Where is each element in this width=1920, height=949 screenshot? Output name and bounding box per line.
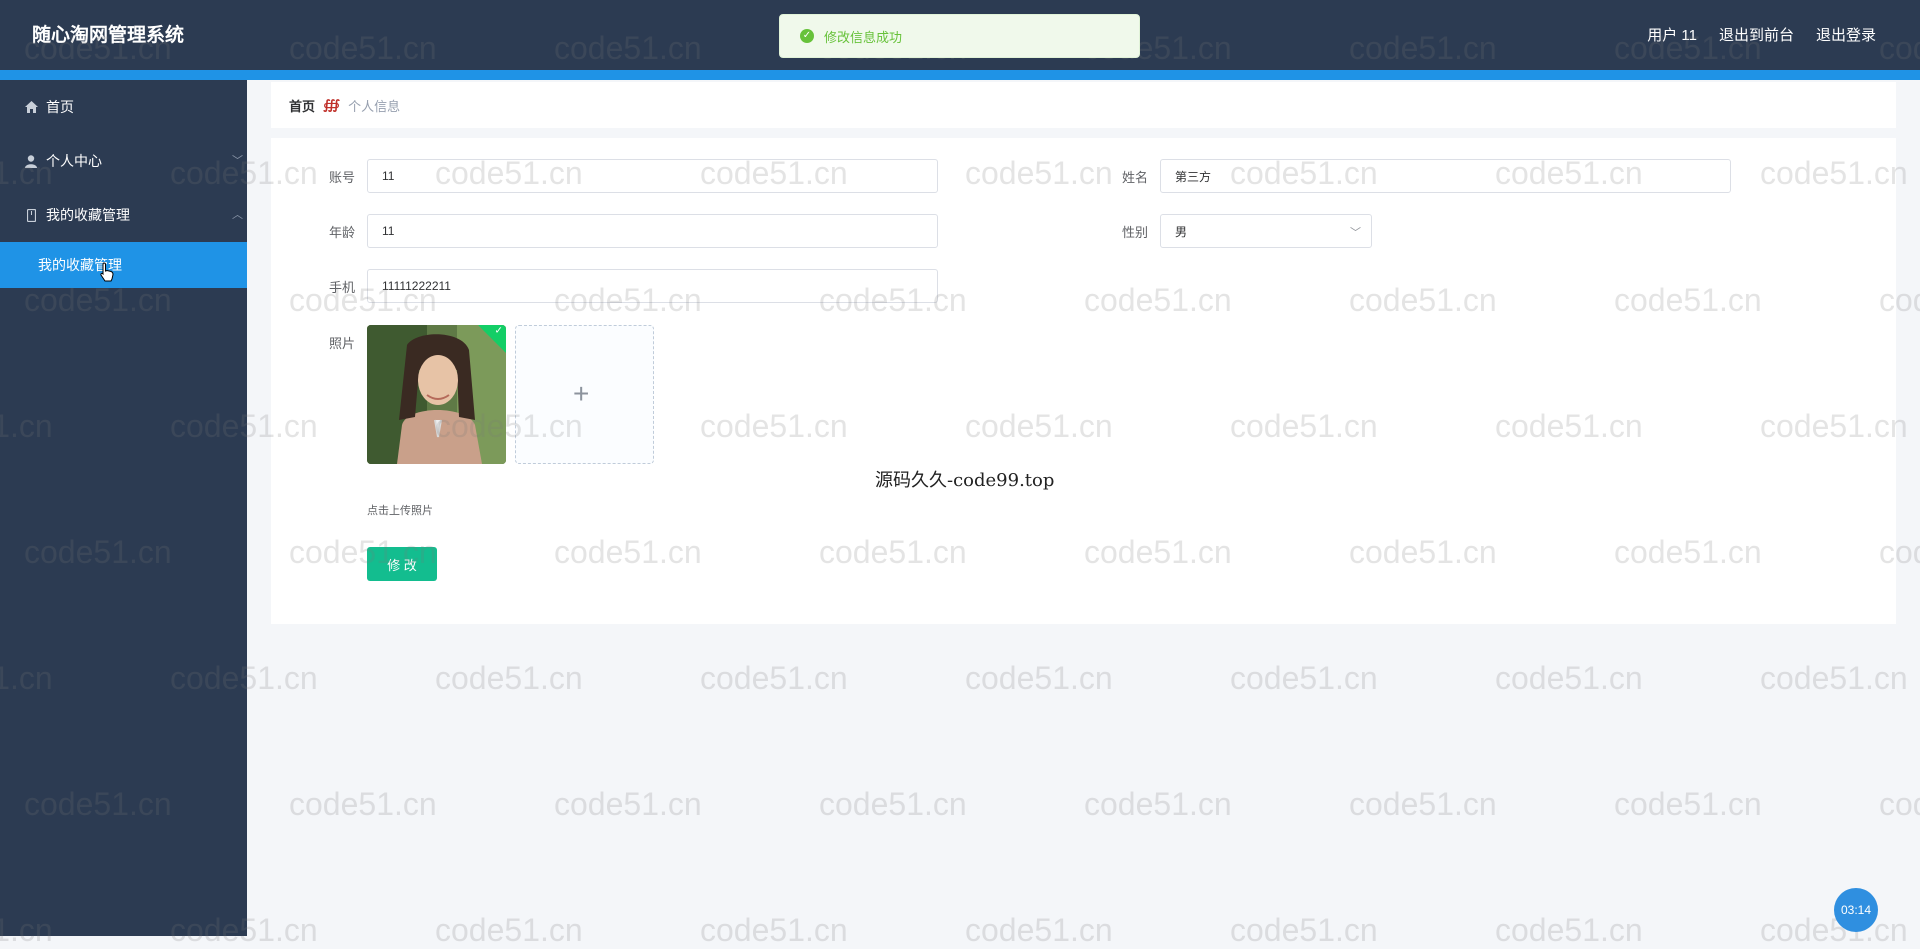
account-field[interactable]: 11 (367, 159, 938, 193)
watermark-text: code51.cn (1879, 786, 1920, 822)
site-note: 源码久久-code99.top (875, 470, 1055, 491)
breadcrumb: 首页 ∰ 个人信息 (271, 82, 1896, 128)
watermark-text: code51.cn (1349, 786, 1497, 822)
watermark-text: code51.cn (1495, 912, 1643, 948)
breadcrumb-separator-icon: ∰ (323, 97, 341, 112)
check-circle-icon: ✓ (800, 29, 814, 43)
chevron-up-icon: ︿ (232, 209, 243, 221)
age-field[interactable]: 11 (367, 214, 938, 248)
profile-form: 账号 11 姓名 第三方 年龄 11 性别 男 ﹀ 手机 11111222211… (271, 138, 1896, 624)
pointer-cursor-icon (100, 262, 114, 287)
sidebar: 首页 个人中心 ﹀ 我的收藏管理 ︿ 我的收藏管理 (0, 80, 247, 936)
submit-button[interactable]: 修 改 (367, 547, 437, 581)
watermark-text: code51.cn (1760, 912, 1908, 948)
upload-photo-button[interactable]: + (515, 325, 654, 464)
sidebar-item-personal-center[interactable]: 个人中心 ﹀ (0, 134, 247, 188)
watermark-text: code51.cn (1230, 912, 1378, 948)
user-icon (24, 154, 38, 168)
watermark-text: code51.cn (965, 912, 1113, 948)
watermark-text: code51.cn (965, 660, 1113, 696)
age-label: 年龄 (329, 225, 356, 240)
breadcrumb-current: 个人信息 (348, 98, 401, 114)
profile-photo[interactable]: ✓ (367, 325, 506, 464)
watermark-text: code51.cn (435, 912, 583, 948)
sidebar-subitem-favorites[interactable]: 我的收藏管理 (0, 242, 247, 288)
user-link[interactable]: 用户 11 (1647, 24, 1697, 45)
sidebar-item-home[interactable]: 首页 (0, 80, 247, 134)
photo-label: 照片 (329, 336, 356, 351)
watermark-text: code51.cn (700, 660, 848, 696)
logout-link[interactable]: 退出登录 (1816, 24, 1876, 45)
toast-message: 修改信息成功 (824, 29, 903, 45)
home-icon (24, 100, 38, 114)
watermark-text: code51.cn (1230, 660, 1378, 696)
gender-label: 性别 (1122, 225, 1149, 240)
watermark-text: code51.cn (289, 786, 437, 822)
phone-field[interactable]: 11111222211 (367, 269, 938, 303)
header-links: 用户 11 退出到前台 退出登录 (1647, 24, 1876, 45)
gender-value: 男 (1175, 224, 1188, 239)
chevron-down-icon: ﹀ (1350, 227, 1361, 239)
phone-label: 手机 (329, 280, 356, 295)
bookmark-icon (24, 208, 38, 222)
watermark-text: code51.cn (435, 660, 583, 696)
account-label: 账号 (329, 170, 356, 185)
sidebar-item-label: 首页 (46, 99, 74, 115)
exit-to-frontend-link[interactable]: 退出到前台 (1719, 24, 1794, 45)
plus-icon: + (573, 378, 590, 409)
sidebar-item-favorites[interactable]: 我的收藏管理 ︿ (0, 188, 247, 242)
portrait-image (367, 325, 506, 464)
watermark-text: code51.cn (554, 786, 702, 822)
sidebar-item-label: 我的收藏管理 (46, 207, 130, 223)
watermark-text: code51.cn (1760, 660, 1908, 696)
name-label: 姓名 (1122, 170, 1149, 185)
success-toast: ✓ 修改信息成功 (779, 14, 1140, 58)
app-title: 随心淘网管理系统 (32, 25, 185, 46)
name-field[interactable]: 第三方 (1160, 159, 1731, 193)
header-accent-bar (0, 70, 1920, 80)
gender-select[interactable]: 男 ﹀ (1160, 214, 1372, 248)
watermark-text: code51.cn (1614, 786, 1762, 822)
watermark-text: code51.cn (819, 786, 967, 822)
watermark-text: code51.cn (700, 912, 848, 948)
chevron-down-icon: ﹀ (232, 155, 243, 167)
watermark-text: code51.cn (1084, 786, 1232, 822)
upload-hint: 点击上传照片 (367, 505, 433, 517)
sidebar-item-label: 个人中心 (46, 153, 102, 169)
watermark-text: code51.cn (1495, 660, 1643, 696)
timer-badge: 03:14 (1834, 888, 1878, 932)
breadcrumb-home[interactable]: 首页 (289, 96, 315, 115)
